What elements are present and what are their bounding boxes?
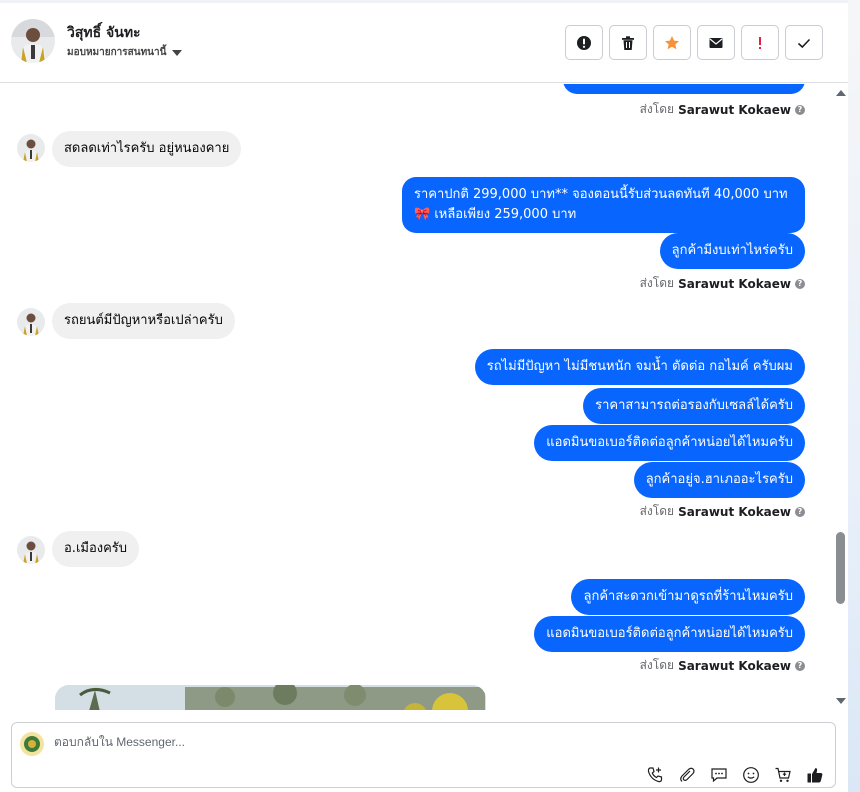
mark-unread-button[interactable]: [697, 25, 735, 60]
sent-by-label: ส่งโดย Sarawut Kokaew ?: [640, 100, 805, 119]
sent-by-prefix: ส่งโดย: [639, 276, 675, 290]
sender-name: Sarawut Kokaew: [678, 658, 791, 673]
sent-by-prefix: ส่งโดย: [639, 504, 675, 518]
contact-name: วิสุทธิ์ จันทะ: [67, 25, 141, 41]
mark-done-button[interactable]: [785, 25, 823, 60]
contact-avatar[interactable]: [11, 19, 55, 63]
message-bubble-outgoing[interactable]: ราคาปกติ 299,000 บาท** จองตอนนี้รับส่วนล…: [402, 177, 805, 233]
sender-name: Sarawut Kokaew: [678, 504, 791, 519]
conversation-toolbar: [565, 25, 823, 60]
assign-conversation-dropdown[interactable]: มอบหมายการสนทนานี้: [67, 45, 183, 60]
delete-button[interactable]: [609, 25, 647, 60]
help-icon[interactable]: ?: [795, 278, 805, 289]
help-icon[interactable]: ?: [795, 506, 805, 517]
scrollbar-thumb[interactable]: [836, 532, 845, 604]
check-icon: [797, 38, 811, 48]
message-list[interactable]: ส่งโดย Sarawut Kokaew ? สดลดเท่าไรครับ อ…: [0, 84, 834, 710]
sender-name: Sarawut Kokaew: [678, 102, 791, 117]
inbox-conversation-panel: วิสุทธิ์ จันทะ มอบหมายการสนทนานี้ ส่งโดย…: [0, 0, 860, 792]
help-icon[interactable]: ?: [795, 104, 805, 115]
sender-name: Sarawut Kokaew: [678, 276, 791, 291]
contact-avatar-small: [17, 134, 45, 162]
contact-avatar-small: [17, 536, 45, 564]
message-line: 🎀 เหลือเพียง 259,000 บาท: [414, 207, 577, 222]
chat-bubble-icon[interactable]: [709, 765, 729, 785]
star-icon: [665, 35, 679, 49]
message-bubble-outgoing-partial[interactable]: [563, 84, 805, 94]
exclamation-icon: [759, 36, 761, 49]
message-bubble-outgoing[interactable]: แอดมินขอเบอร์ติดต่อลูกค้าหน่อยได้ไหมครับ: [534, 425, 805, 461]
assign-label: มอบหมายการสนทนานี้: [67, 47, 167, 58]
sent-by-prefix: ส่งโดย: [639, 658, 675, 672]
message-bubble-incoming[interactable]: อ.เมืองครับ: [52, 531, 140, 567]
sent-by-prefix: ส่งโดย: [639, 102, 675, 116]
smiley-icon[interactable]: [741, 765, 761, 785]
reply-composer: [11, 722, 836, 788]
reply-input[interactable]: [54, 735, 654, 749]
right-edge-background: [848, 0, 860, 792]
mark-spam-button[interactable]: [565, 25, 603, 60]
message-bubble-outgoing[interactable]: ลูกค้าอยู่จ.ฮาเภออะไรครับ: [633, 462, 805, 498]
scroll-up-arrow-icon[interactable]: [836, 90, 846, 96]
follow-up-button[interactable]: [741, 25, 779, 60]
call-add-icon[interactable]: [645, 765, 665, 785]
paperclip-icon[interactable]: [677, 765, 697, 785]
star-button[interactable]: [653, 25, 691, 60]
message-bubble-outgoing[interactable]: รถไม่มีปัญหา ไม่มีชนหนัก จมน้ำ ตัดต่อ กอ…: [474, 349, 805, 385]
cart-icon[interactable]: [773, 765, 793, 785]
sent-by-label: ส่งโดย Sarawut Kokaew ?: [640, 656, 805, 675]
message-bubble-outgoing[interactable]: ลูกค้าสะดวกเข้ามาดูรถที่ร้านไหมครับ: [571, 579, 805, 615]
image-attachment[interactable]: [55, 685, 486, 710]
message-bubble-outgoing[interactable]: ราคาสามารถต่อรองกับเซลล์ได้ครับ: [583, 388, 805, 424]
sent-by-label: ส่งโดย Sarawut Kokaew ?: [640, 274, 805, 293]
message-bubble-outgoing[interactable]: แอดมินขอเบอร์ติดต่อลูกค้าหน่อยได้ไหมครับ: [534, 616, 805, 652]
page-avatar: [20, 732, 44, 756]
message-scrollbar[interactable]: [834, 84, 848, 710]
contact-avatar-small: [17, 308, 45, 336]
help-icon[interactable]: ?: [795, 660, 805, 671]
thumbs-up-icon[interactable]: [805, 765, 825, 785]
scroll-down-arrow-icon[interactable]: [836, 698, 846, 704]
message-bubble-incoming[interactable]: สดลดเท่าไรครับ อยู่หนองคาย: [52, 131, 242, 167]
sent-by-label: ส่งโดย Sarawut Kokaew ?: [640, 502, 805, 521]
conversation-header: วิสุทธิ์ จันทะ มอบหมายการสนทนานี้: [0, 3, 848, 83]
composer-toolbar: [645, 765, 825, 785]
envelope-icon: [709, 37, 723, 48]
chevron-down-icon: [172, 49, 183, 56]
message-bubble-outgoing[interactable]: ลูกค้ามีงบเท่าไหร่ครับ: [659, 233, 805, 269]
message-line: ราคาปกติ 299,000 บาท** จองตอนนี้รับส่วนล…: [414, 187, 788, 202]
message-bubble-incoming[interactable]: รถยนต์มีปัญหาหรือเปล่าครับ: [52, 303, 235, 339]
trash-icon: [622, 35, 634, 50]
alert-circle-icon: [577, 35, 591, 50]
